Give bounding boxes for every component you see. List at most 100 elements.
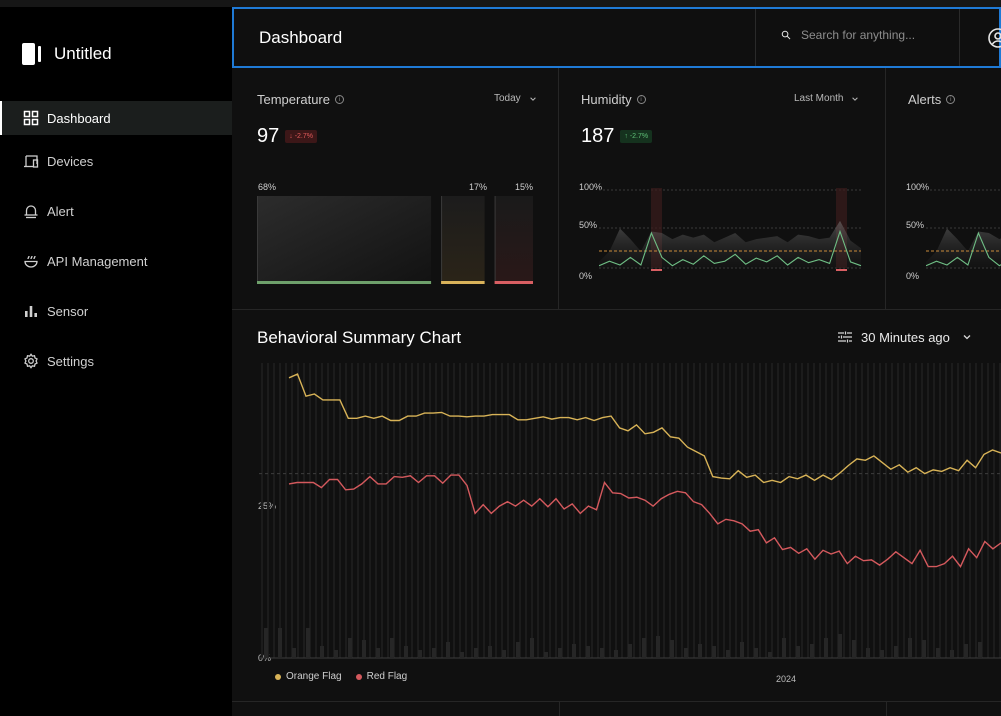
- volume-bar: [782, 638, 786, 658]
- sidebar: Untitled Dashboard Devices Alert API Man…: [0, 7, 232, 716]
- alerts-card: Alerts i 100% 50% 0%: [886, 68, 1001, 310]
- volume-bar: [852, 640, 856, 658]
- delta-badge: ↓ -2.7%: [285, 130, 317, 143]
- volume-bar: [978, 642, 982, 658]
- page-title: Dashboard: [259, 28, 343, 47]
- sidebar-item-label: API Management: [47, 253, 148, 269]
- bar-area-3: [494, 196, 533, 284]
- info-icon[interactable]: i: [946, 95, 956, 104]
- info-icon[interactable]: i: [636, 95, 646, 104]
- volume-bar: [404, 646, 408, 658]
- header: Dashboard: [232, 7, 1001, 68]
- main-content: Dashboard Temperature i Today 97 ↓ -2.7%…: [232, 7, 1001, 716]
- sidebar-nav: Dashboard Devices Alert API Management S…: [0, 101, 232, 378]
- volume-bar: [824, 638, 828, 658]
- period-dropdown[interactable]: Today: [494, 93, 537, 104]
- time-range-dropdown[interactable]: 30 Minutes ago: [837, 329, 972, 345]
- volume-bar: [810, 644, 814, 658]
- volume-bar: [698, 644, 702, 658]
- volume-bar: [530, 638, 534, 658]
- behavioral-line-chart: [259, 363, 1001, 659]
- card-value: 97 ↓ -2.7%: [257, 125, 317, 148]
- volume-bar: [726, 650, 730, 658]
- volume-bar: [418, 650, 422, 658]
- volume-bar: [474, 648, 478, 658]
- legend-dot: [275, 673, 281, 680]
- sidebar-item-dashboard[interactable]: Dashboard: [0, 101, 232, 135]
- y-tick-label: 50%: [906, 220, 925, 230]
- volume-bar: [320, 646, 324, 658]
- volume-bar: [362, 640, 366, 658]
- card-title-text: Temperature: [257, 92, 330, 107]
- volume-bar: [334, 650, 338, 658]
- bell-icon: [22, 202, 40, 220]
- sidebar-item-sensor[interactable]: Sensor: [0, 294, 232, 328]
- time-range-label: 30 Minutes ago: [861, 329, 950, 345]
- volume-bar: [936, 648, 940, 658]
- volume-bar: [390, 638, 394, 658]
- volume-bar: [516, 642, 520, 658]
- user-profile-icon[interactable]: [987, 27, 1001, 49]
- metric-cards: Temperature i Today 97 ↓ -2.7% 68% 17% 1…: [232, 68, 1001, 310]
- volume-bar: [306, 628, 310, 658]
- card-title-text: Alerts: [908, 92, 942, 107]
- search-input[interactable]: [801, 28, 941, 42]
- sidebar-item-label: Alert: [47, 203, 74, 219]
- grid-icon: [22, 109, 40, 127]
- volume-bar: [684, 648, 688, 658]
- brand[interactable]: Untitled: [22, 43, 112, 65]
- x-axis-label: 2024: [776, 674, 797, 684]
- bar-area-1: [257, 196, 432, 284]
- sidebar-item-label: Sensor: [47, 303, 89, 319]
- volume-bar: [348, 638, 352, 658]
- temperature-card: Temperature i Today 97 ↓ -2.7% 68% 17% 1…: [232, 68, 559, 310]
- volume-bar: [502, 650, 506, 658]
- legend-dot: [355, 673, 362, 680]
- sidebar-item-label: Settings: [47, 353, 94, 369]
- volume-bar: [880, 650, 884, 658]
- volume-bar: [950, 650, 954, 658]
- sidebar-item-devices[interactable]: Devices: [0, 144, 232, 178]
- search-icon: [781, 30, 791, 40]
- volume-bar: [712, 646, 716, 658]
- volume-bar: [642, 638, 646, 658]
- chevron-down-icon: [852, 96, 859, 101]
- volume-bar: [446, 642, 450, 658]
- sidebar-item-api-management[interactable]: API Management: [0, 244, 232, 278]
- card-title-text: Humidity: [581, 92, 632, 107]
- legend-item-orange-flag[interactable]: Orange Flag: [275, 671, 342, 682]
- volume-bar: [600, 648, 604, 658]
- info-icon[interactable]: i: [334, 95, 344, 104]
- card-value: 187 ↑ -2.7%: [581, 125, 653, 148]
- bar-label: 17%: [469, 182, 488, 192]
- volume-bar: [670, 640, 674, 658]
- period-dropdown[interactable]: Last Month: [794, 93, 859, 104]
- brand-name: Untitled: [54, 44, 112, 63]
- behavioral-summary-section: Behavioral Summary Chart 30 Minutes ago …: [232, 310, 1001, 702]
- volume-bar: [278, 628, 282, 658]
- sidebar-item-alert[interactable]: Alert: [0, 194, 232, 228]
- devices-icon: [22, 152, 40, 170]
- y-tick-label: 0%: [906, 271, 920, 281]
- y-tick-label: 0%: [579, 271, 593, 281]
- card-title: Temperature i: [257, 92, 344, 107]
- volume-bar: [488, 646, 492, 658]
- search-box[interactable]: [781, 27, 941, 43]
- sliders-icon: [838, 331, 852, 343]
- chart-legend: Orange Flag Red Flag: [275, 671, 421, 682]
- legend-label: Red Flag: [366, 671, 408, 682]
- sidebar-item-settings[interactable]: Settings: [0, 344, 232, 378]
- volume-bar: [586, 646, 590, 658]
- volume-bar: [866, 648, 870, 658]
- bar-label: 68%: [258, 182, 277, 192]
- period-label: Today: [494, 93, 521, 104]
- volume-bar: [376, 648, 380, 658]
- next-row-cards: [232, 702, 1001, 716]
- volume-bar: [572, 644, 576, 658]
- temperature-bar-chart: [257, 196, 533, 284]
- sidebar-item-label: Dashboard: [47, 110, 111, 126]
- volume-bar: [894, 646, 898, 658]
- delta-value: -2.7%: [629, 133, 649, 140]
- legend-item-red-flag[interactable]: Red Flag: [355, 671, 408, 682]
- volume-bar: [292, 648, 296, 658]
